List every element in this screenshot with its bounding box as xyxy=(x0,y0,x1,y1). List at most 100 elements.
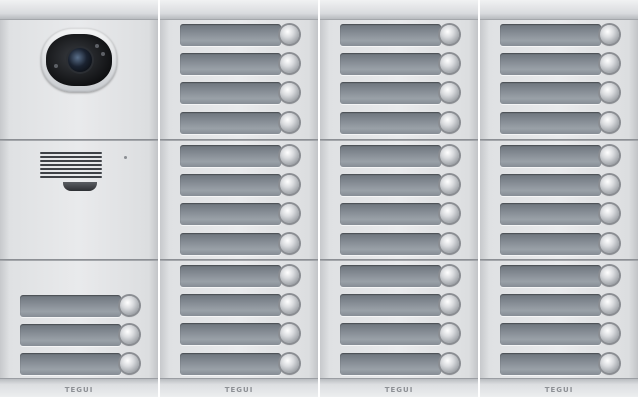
call-button[interactable] xyxy=(120,325,139,344)
panel-top-cap xyxy=(480,0,638,20)
call-button[interactable] xyxy=(280,175,299,194)
call-button[interactable] xyxy=(280,146,299,165)
name-label-strip xyxy=(500,112,601,134)
call-button[interactable] xyxy=(440,175,459,194)
button-panel: TEGUI xyxy=(160,0,318,397)
call-button[interactable] xyxy=(280,354,299,373)
name-label-strip xyxy=(340,203,441,225)
button-module xyxy=(160,19,318,140)
button-module xyxy=(480,140,638,260)
call-button[interactable] xyxy=(600,175,619,194)
panel-bottom-cap: TEGUI xyxy=(160,378,318,397)
name-label-strip xyxy=(180,174,281,196)
call-button[interactable] xyxy=(600,113,619,132)
call-button[interactable] xyxy=(440,354,459,373)
name-label-strip xyxy=(500,145,601,167)
name-label-strip xyxy=(500,24,601,46)
name-label-strip xyxy=(500,294,601,316)
camera-lens xyxy=(68,48,92,72)
panel-top-cap xyxy=(160,0,318,20)
grille-slot xyxy=(40,172,102,174)
call-button[interactable] xyxy=(440,25,459,44)
call-button[interactable] xyxy=(600,204,619,223)
call-button[interactable] xyxy=(440,113,459,132)
camera-led xyxy=(54,64,58,68)
name-label-strip xyxy=(180,145,281,167)
name-label-strip xyxy=(500,353,601,375)
call-button[interactable] xyxy=(440,295,459,314)
button-module xyxy=(480,19,638,140)
name-label-strip xyxy=(500,82,601,104)
name-label-strip xyxy=(500,233,601,255)
name-label-strip xyxy=(340,112,441,134)
name-label-strip xyxy=(180,53,281,75)
button-module xyxy=(320,140,478,260)
grille-slot xyxy=(40,168,102,170)
grille-slot xyxy=(40,160,102,162)
call-button[interactable] xyxy=(440,146,459,165)
name-label-strip xyxy=(180,24,281,46)
name-label-strip xyxy=(500,265,601,287)
button-module xyxy=(0,260,158,380)
camera-icon xyxy=(46,34,112,86)
call-button[interactable] xyxy=(440,234,459,253)
name-label-strip xyxy=(180,82,281,104)
name-label-strip xyxy=(340,265,441,287)
button-panel: TEGUI xyxy=(320,0,478,397)
call-button[interactable] xyxy=(120,354,139,373)
brand-logo: TEGUI xyxy=(544,386,574,394)
grille-slot xyxy=(40,176,102,178)
button-module xyxy=(320,19,478,140)
button-panel: TEGUI xyxy=(480,0,638,397)
name-label-strip xyxy=(500,323,601,345)
call-button[interactable] xyxy=(280,266,299,285)
call-button[interactable] xyxy=(120,296,139,315)
call-button[interactable] xyxy=(600,54,619,73)
intercom-panel: TEGUI xyxy=(0,0,158,397)
name-label-strip xyxy=(340,24,441,46)
name-label-strip xyxy=(180,323,281,345)
call-button[interactable] xyxy=(440,324,459,343)
speaker-grille-icon xyxy=(40,152,102,182)
call-button[interactable] xyxy=(440,204,459,223)
name-label-strip xyxy=(180,353,281,375)
call-button[interactable] xyxy=(600,324,619,343)
microphone-icon xyxy=(63,182,97,191)
name-label-strip xyxy=(500,203,601,225)
call-button[interactable] xyxy=(440,54,459,73)
panel-bottom-cap: TEGUI xyxy=(320,378,478,397)
status-led xyxy=(124,156,127,159)
call-button[interactable] xyxy=(600,234,619,253)
grille-slot xyxy=(40,164,102,166)
call-button[interactable] xyxy=(280,25,299,44)
call-button[interactable] xyxy=(280,204,299,223)
panel-top-cap xyxy=(0,0,158,20)
call-button[interactable] xyxy=(600,354,619,373)
call-button[interactable] xyxy=(440,266,459,285)
button-module xyxy=(480,260,638,380)
call-button[interactable] xyxy=(600,83,619,102)
call-button[interactable] xyxy=(280,324,299,343)
call-button[interactable] xyxy=(280,295,299,314)
call-button[interactable] xyxy=(600,266,619,285)
name-label-strip xyxy=(340,294,441,316)
name-label-strip xyxy=(20,324,121,346)
call-button[interactable] xyxy=(440,83,459,102)
button-module xyxy=(160,140,318,260)
call-button[interactable] xyxy=(280,113,299,132)
call-button[interactable] xyxy=(280,234,299,253)
name-label-strip xyxy=(20,295,121,317)
name-label-strip xyxy=(340,145,441,167)
call-button[interactable] xyxy=(600,25,619,44)
panel-bottom-cap: TEGUI xyxy=(0,378,158,397)
call-button[interactable] xyxy=(280,54,299,73)
name-label-strip xyxy=(340,353,441,375)
camera-module xyxy=(0,19,158,140)
name-label-strip xyxy=(500,53,601,75)
name-label-strip xyxy=(180,203,281,225)
call-button[interactable] xyxy=(600,295,619,314)
name-label-strip xyxy=(180,112,281,134)
call-button[interactable] xyxy=(600,146,619,165)
name-label-strip xyxy=(340,323,441,345)
call-button[interactable] xyxy=(280,83,299,102)
